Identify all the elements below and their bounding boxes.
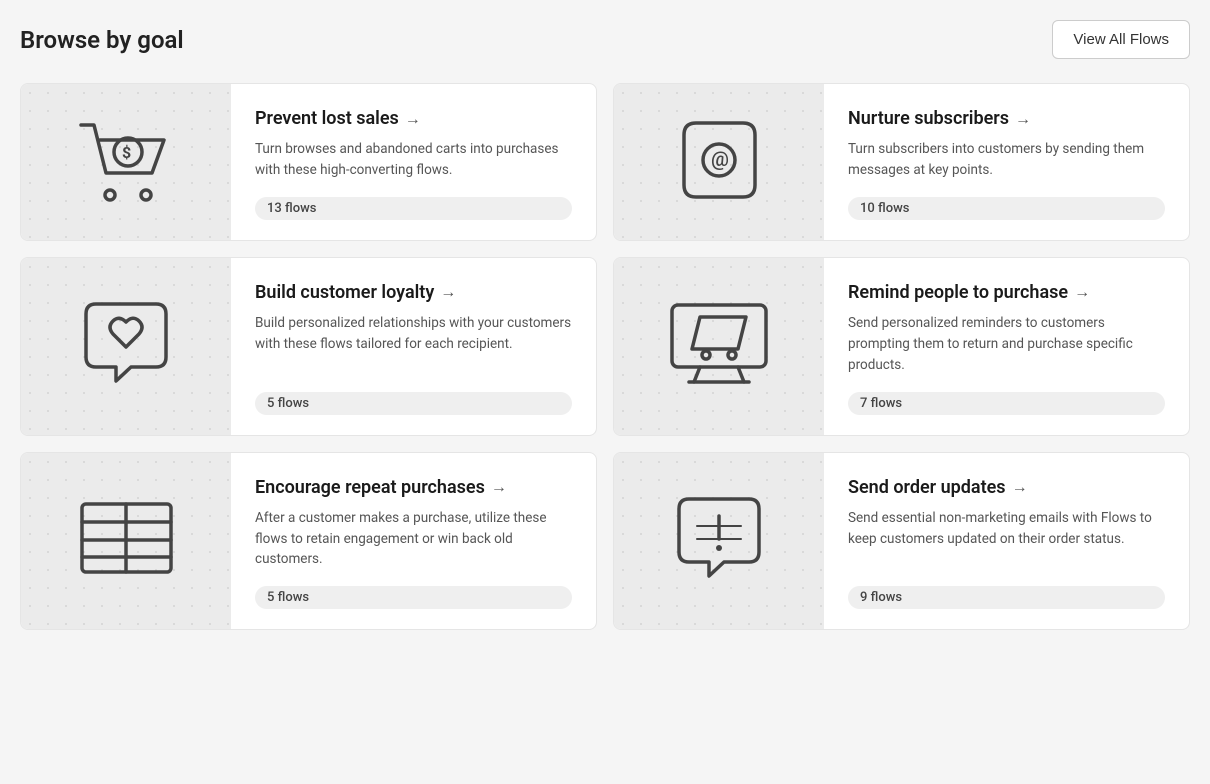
card-remind-people-to-purchase[interactable]: Remind people to purchase → Send persona… <box>613 257 1190 436</box>
card-title-send-order-updates: Send order updates → <box>848 477 1165 498</box>
flows-badge-remind-people-to-purchase: 7 flows <box>848 392 1165 415</box>
card-content-prevent-lost-sales: Prevent lost sales → Turn browses and ab… <box>231 84 596 240</box>
page-title: Browse by goal <box>20 26 184 54</box>
card-content-send-order-updates: Send order updates → Send essential non-… <box>824 453 1189 630</box>
flows-badge-build-customer-loyalty: 5 flows <box>255 392 572 415</box>
arrow-icon: → <box>405 109 421 129</box>
card-title-prevent-lost-sales: Prevent lost sales → <box>255 108 572 129</box>
card-nurture-subscribers[interactable]: @ Nurture subscribers → Turn subscribers… <box>613 83 1190 241</box>
card-icon-area-nurture-subscribers: @ <box>614 84 824 240</box>
view-all-flows-button[interactable]: View All Flows <box>1052 20 1190 59</box>
card-description-encourage-repeat-purchases: After a customer makes a purchase, utili… <box>255 508 572 571</box>
card-icon-area-send-order-updates <box>614 453 824 630</box>
flows-badge-prevent-lost-sales: 13 flows <box>255 197 572 220</box>
card-description-nurture-subscribers: Turn subscribers into customers by sendi… <box>848 139 1165 181</box>
arrow-icon: → <box>1012 477 1028 497</box>
arrow-icon: → <box>491 477 507 497</box>
card-icon-area-encourage-repeat-purchases <box>21 453 231 630</box>
card-build-customer-loyalty[interactable]: Build customer loyalty → Build personali… <box>20 257 597 436</box>
card-prevent-lost-sales[interactable]: $ Prevent lost sales → Turn browses and … <box>20 83 597 241</box>
email-icon: @ <box>672 115 767 209</box>
flows-badge-send-order-updates: 9 flows <box>848 586 1165 609</box>
card-description-send-order-updates: Send essential non-marketing emails with… <box>848 508 1165 550</box>
monitor-cart-icon <box>664 297 774 396</box>
arrow-icon: → <box>1015 109 1031 129</box>
book-icon <box>74 494 179 588</box>
card-icon-area-prevent-lost-sales: $ <box>21 84 231 240</box>
cards-grid: $ Prevent lost sales → Turn browses and … <box>20 83 1190 630</box>
heart-chat-icon <box>76 299 176 393</box>
card-title-build-customer-loyalty: Build customer loyalty → <box>255 282 572 303</box>
card-content-remind-people-to-purchase: Remind people to purchase → Send persona… <box>824 258 1189 435</box>
flows-badge-nurture-subscribers: 10 flows <box>848 197 1165 220</box>
card-send-order-updates[interactable]: Send order updates → Send essential non-… <box>613 452 1190 631</box>
card-description-remind-people-to-purchase: Send personalized reminders to customers… <box>848 313 1165 376</box>
card-description-prevent-lost-sales: Turn browses and abandoned carts into pu… <box>255 139 572 181</box>
chat-alert-icon <box>669 494 769 588</box>
svg-text:@: @ <box>711 147 729 171</box>
card-content-encourage-repeat-purchases: Encourage repeat purchases → After a cus… <box>231 453 596 630</box>
page-header: Browse by goal View All Flows <box>20 20 1190 59</box>
card-title-encourage-repeat-purchases: Encourage repeat purchases → <box>255 477 572 498</box>
card-icon-area-build-customer-loyalty <box>21 258 231 435</box>
card-title-remind-people-to-purchase: Remind people to purchase → <box>848 282 1165 303</box>
arrow-icon: → <box>1074 282 1090 302</box>
svg-text:$: $ <box>122 143 131 162</box>
cart-icon: $ <box>76 115 176 209</box>
flows-badge-encourage-repeat-purchases: 5 flows <box>255 586 572 609</box>
card-icon-area-remind-people-to-purchase <box>614 258 824 435</box>
card-encourage-repeat-purchases[interactable]: Encourage repeat purchases → After a cus… <box>20 452 597 631</box>
card-description-build-customer-loyalty: Build personalized relationships with yo… <box>255 313 572 355</box>
card-content-build-customer-loyalty: Build customer loyalty → Build personali… <box>231 258 596 435</box>
card-content-nurture-subscribers: Nurture subscribers → Turn subscribers i… <box>824 84 1189 240</box>
arrow-icon: → <box>440 282 456 302</box>
card-title-nurture-subscribers: Nurture subscribers → <box>848 108 1165 129</box>
